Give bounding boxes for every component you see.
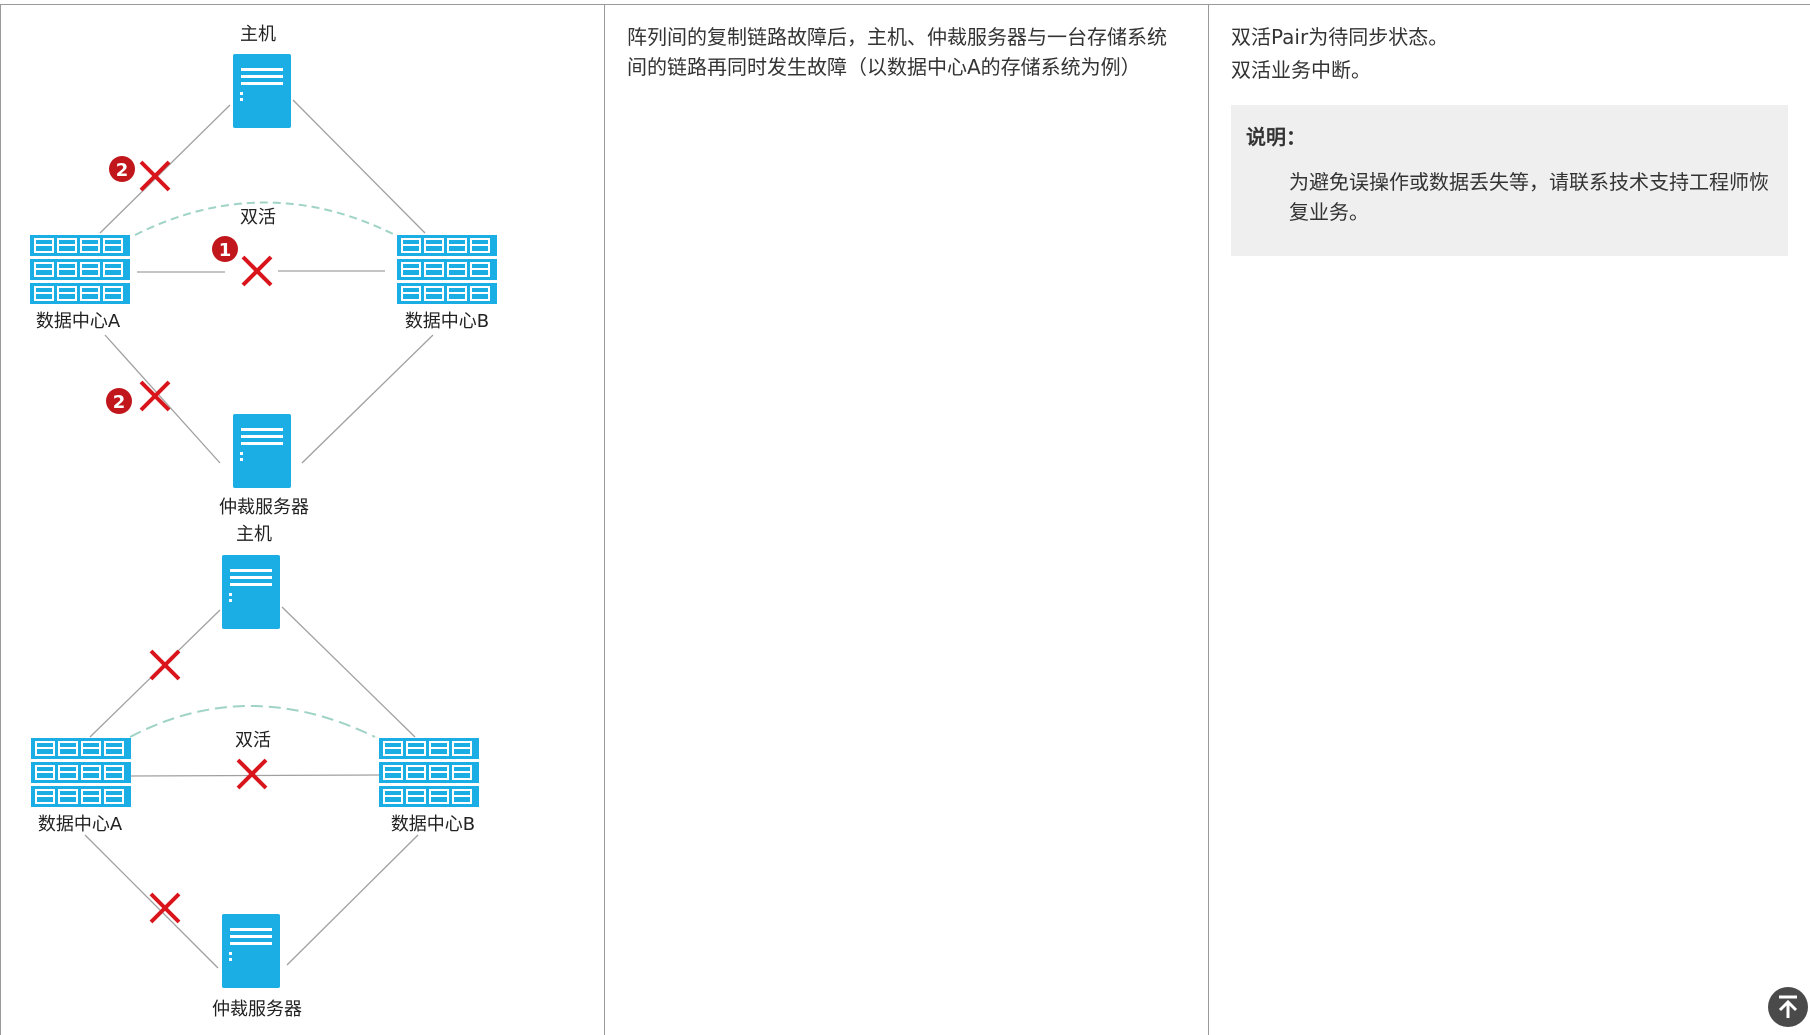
link-dcb-arbiter-2: [286, 834, 419, 966]
fault-diagram: 主机 双活 数据中心A 数据中心B 仲裁服务器 1 2 2 主机 双活 数据中心…: [0, 24, 604, 1020]
fault-x-arbiter-link: [139, 380, 171, 412]
fault-x-replication-link: [241, 255, 273, 287]
link-host-dcb: [292, 99, 426, 234]
fault-scenario-table: 主机 双活 数据中心A 数据中心B 仲裁服务器 1 2 2 主机 双活 数据中心…: [0, 0, 1810, 1035]
step2-badge-host: 2: [109, 156, 135, 182]
diagram-top: 主机 双活 数据中心A 数据中心B 仲裁服务器 1 2 2: [30, 24, 497, 518]
label-active-active-2: 双活: [235, 730, 271, 751]
fault-x-host-link: [139, 160, 171, 192]
label-dc-b-2: 数据中心B: [391, 814, 475, 835]
column-border-1: [604, 4, 605, 1035]
result-line-1: 双活Pair为待同步状态。: [1231, 25, 1449, 49]
step2-badge-arbiter: 2: [106, 388, 132, 414]
result-line-2: 双活业务中断。: [1231, 58, 1371, 82]
label-host-2: 主机: [236, 524, 272, 545]
step1-badge: 1: [212, 236, 238, 262]
fault-x-arbiter-link-2: [149, 892, 181, 924]
storage-dc-a-icon-2: [31, 738, 131, 807]
step2-number-arbiter: 2: [113, 392, 126, 413]
label-dc-b: 数据中心B: [405, 311, 489, 332]
label-dc-a-2: 数据中心A: [38, 814, 123, 835]
diagram-bottom: 主机 双活 数据中心A 数据中心B 仲裁服务器: [31, 524, 479, 1020]
note-title: 说明：: [1246, 125, 1306, 149]
arrow-up-to-line-icon: [1778, 995, 1798, 1018]
link-dca-arbiter-2: [84, 834, 219, 969]
label-host: 主机: [240, 24, 276, 45]
fault-x-replication-link-2: [236, 758, 268, 790]
host-server-icon: [233, 54, 291, 128]
fault-x-host-link-2: [149, 649, 181, 681]
storage-dc-b-icon: [397, 235, 497, 304]
column-border-2: [1208, 4, 1209, 1035]
step2-number-host: 2: [116, 160, 129, 181]
arbiter-server-icon-2: [222, 914, 280, 988]
label-arbiter-2: 仲裁服务器: [212, 999, 302, 1020]
back-to-top-button[interactable]: [1768, 987, 1808, 1027]
link-host-dcb-2: [281, 606, 416, 738]
link-dcb-arbiter: [301, 334, 434, 464]
scenario-text: 阵列间的复制链路故障后，主机、仲裁服务器与一台存储系统间的链路再同时发生故障（以…: [627, 25, 1167, 79]
label-active-active: 双活: [240, 207, 276, 228]
host-server-icon-2: [222, 555, 280, 629]
arbiter-server-icon: [233, 414, 291, 488]
label-dc-a: 数据中心A: [36, 311, 121, 332]
storage-dc-b-icon-2: [379, 738, 479, 807]
note-body: 为避免误操作或数据丢失等，请联系技术支持工程师恢复业务。: [1289, 170, 1769, 224]
step1-number: 1: [219, 240, 232, 261]
note-box: 说明： 为避免误操作或数据丢失等，请联系技术支持工程师恢复业务。: [1231, 105, 1788, 256]
storage-dc-a-icon: [30, 235, 130, 304]
label-arbiter: 仲裁服务器: [219, 497, 309, 518]
